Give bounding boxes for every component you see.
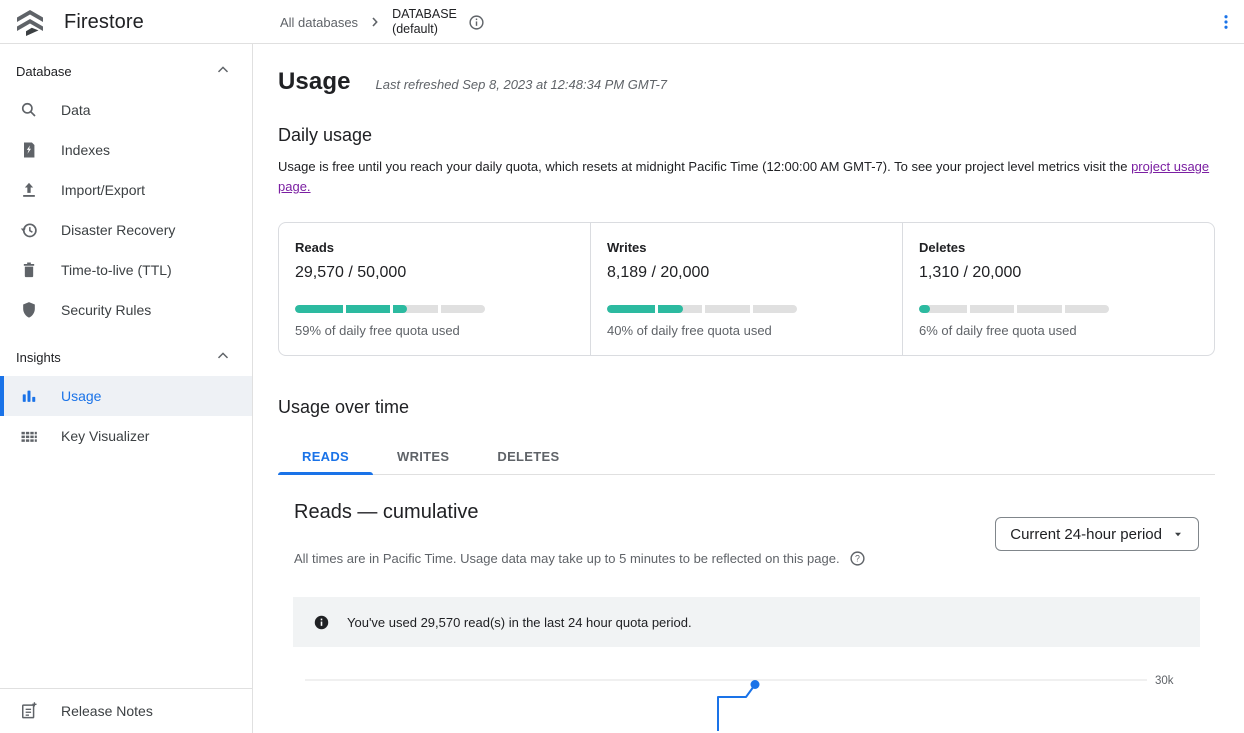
usage-tabs: READS WRITES DELETES	[278, 439, 1215, 475]
breadcrumb-current-database: DATABASE (default)	[392, 7, 454, 37]
sidebar-item-label: Security Rules	[61, 302, 151, 318]
writes-value: 8,189 / 20,000	[607, 264, 886, 282]
firestore-logo-icon	[14, 6, 46, 38]
deletes-quota-column: Deletes 1,310 / 20,000 6% of daily free …	[902, 223, 1214, 355]
reads-caption: 59% of daily free quota used	[295, 323, 574, 338]
history-icon	[18, 219, 40, 241]
sidebar-item-label: Import/Export	[61, 182, 145, 198]
reads-info-banner: You've used 29,570 read(s) in the last 2…	[293, 597, 1200, 647]
search-icon	[18, 99, 40, 121]
reads-value: 29,570 / 50,000	[295, 264, 574, 282]
sidebar-item-ttl[interactable]: Time-to-live (TTL)	[0, 250, 252, 290]
tab-deletes[interactable]: DELETES	[473, 439, 583, 474]
sidebar-item-disaster-recovery[interactable]: Disaster Recovery	[0, 210, 252, 250]
page-title: Usage	[278, 68, 351, 96]
daily-usage-description: Usage is free until you reach your daily…	[278, 157, 1215, 197]
main-content: Usage Last refreshed Sep 8, 2023 at 12:4…	[253, 44, 1244, 733]
help-icon[interactable]: ?	[849, 550, 866, 567]
upload-icon	[18, 179, 40, 201]
writes-progress-bar	[607, 305, 797, 313]
timezone-note-text: All times are in Pacific Time. Usage dat…	[294, 551, 840, 566]
chevron-up-icon	[214, 61, 232, 82]
sidebar-item-indexes[interactable]: Indexes	[0, 130, 252, 170]
sidebar-item-release-notes[interactable]: Release Notes	[0, 688, 252, 733]
sidebar-item-data[interactable]: Data	[0, 90, 252, 130]
chart-line	[718, 686, 754, 731]
reads-label: Reads	[295, 240, 574, 255]
sidebar-item-label: Key Visualizer	[61, 428, 149, 444]
more-options-menu-icon[interactable]	[1214, 10, 1238, 34]
document-bolt-icon	[18, 139, 40, 161]
sidebar-item-security-rules[interactable]: Security Rules	[0, 290, 252, 330]
section-label-insights: Insights	[16, 350, 61, 365]
tab-writes[interactable]: WRITES	[373, 439, 473, 474]
period-selector-dropdown[interactable]: Current 24-hour period	[995, 517, 1199, 551]
reads-quota-column: Reads 29,570 / 50,000 59% of daily free …	[279, 223, 590, 355]
bar-chart-icon	[18, 385, 40, 407]
reads-chart: 30k	[278, 658, 1215, 733]
chart-ytick-30k: 30k	[1155, 675, 1174, 687]
sidebar-item-label: Disaster Recovery	[61, 222, 175, 238]
sidebar-item-label: Data	[61, 102, 91, 118]
sidebar-item-label: Release Notes	[61, 703, 153, 719]
info-banner-text: You've used 29,570 read(s) in the last 2…	[347, 615, 692, 630]
daily-quota-card: Reads 29,570 / 50,000 59% of daily free …	[278, 222, 1215, 356]
tab-reads[interactable]: READS	[278, 439, 373, 474]
sidebar-item-label: Indexes	[61, 142, 110, 158]
reads-panel: Reads — cumulative All times are in Paci…	[278, 501, 1215, 733]
writes-caption: 40% of daily free quota used	[607, 323, 886, 338]
svg-text:?: ?	[855, 553, 860, 563]
deletes-label: Deletes	[919, 240, 1198, 255]
writes-quota-column: Writes 8,189 / 20,000 40% of daily free …	[590, 223, 902, 355]
shield-icon	[18, 299, 40, 321]
last-refreshed-text: Last refreshed Sep 8, 2023 at 12:48:34 P…	[376, 77, 667, 92]
breadcrumb: All databases DATABASE (default)	[280, 0, 485, 44]
sidebar-item-key-visualizer[interactable]: Key Visualizer	[0, 416, 252, 456]
breadcrumb-all-databases[interactable]: All databases	[280, 15, 358, 30]
deletes-progress-bar	[919, 305, 1109, 313]
usage-over-time-heading: Usage over time	[278, 397, 1215, 418]
reads-progress-bar	[295, 305, 485, 313]
description-text: Usage is free until you reach your daily…	[278, 159, 1131, 174]
sidebar: Database Data Indexes Im	[0, 44, 253, 733]
chart-data-point	[751, 680, 760, 689]
period-selector-value: Current 24-hour period	[1010, 526, 1162, 543]
daily-usage-heading: Daily usage	[278, 125, 1215, 146]
section-label-database: Database	[16, 64, 72, 79]
database-info-icon[interactable]	[468, 14, 485, 31]
caret-down-icon	[1172, 528, 1184, 540]
release-notes-icon	[18, 700, 40, 722]
firestore-home-link[interactable]: Firestore	[14, 0, 144, 44]
app-title: Firestore	[64, 11, 144, 34]
deletes-caption: 6% of daily free quota used	[919, 323, 1198, 338]
chevron-right-icon	[367, 14, 383, 30]
deletes-value: 1,310 / 20,000	[919, 264, 1198, 282]
grid-icon	[18, 425, 40, 447]
sidebar-section-database[interactable]: Database	[0, 52, 252, 90]
chevron-up-icon	[214, 347, 232, 368]
sidebar-item-usage[interactable]: Usage	[0, 376, 252, 416]
sidebar-item-label: Time-to-live (TTL)	[61, 262, 172, 278]
trash-icon	[18, 259, 40, 281]
sidebar-section-insights[interactable]: Insights	[0, 338, 252, 376]
sidebar-item-label: Usage	[61, 388, 101, 404]
timezone-note: All times are in Pacific Time. Usage dat…	[294, 550, 866, 567]
sidebar-item-import-export[interactable]: Import/Export	[0, 170, 252, 210]
writes-label: Writes	[607, 240, 886, 255]
info-filled-icon	[313, 614, 330, 631]
app-header: Firestore All databases DATABASE (defaul…	[0, 0, 1244, 44]
